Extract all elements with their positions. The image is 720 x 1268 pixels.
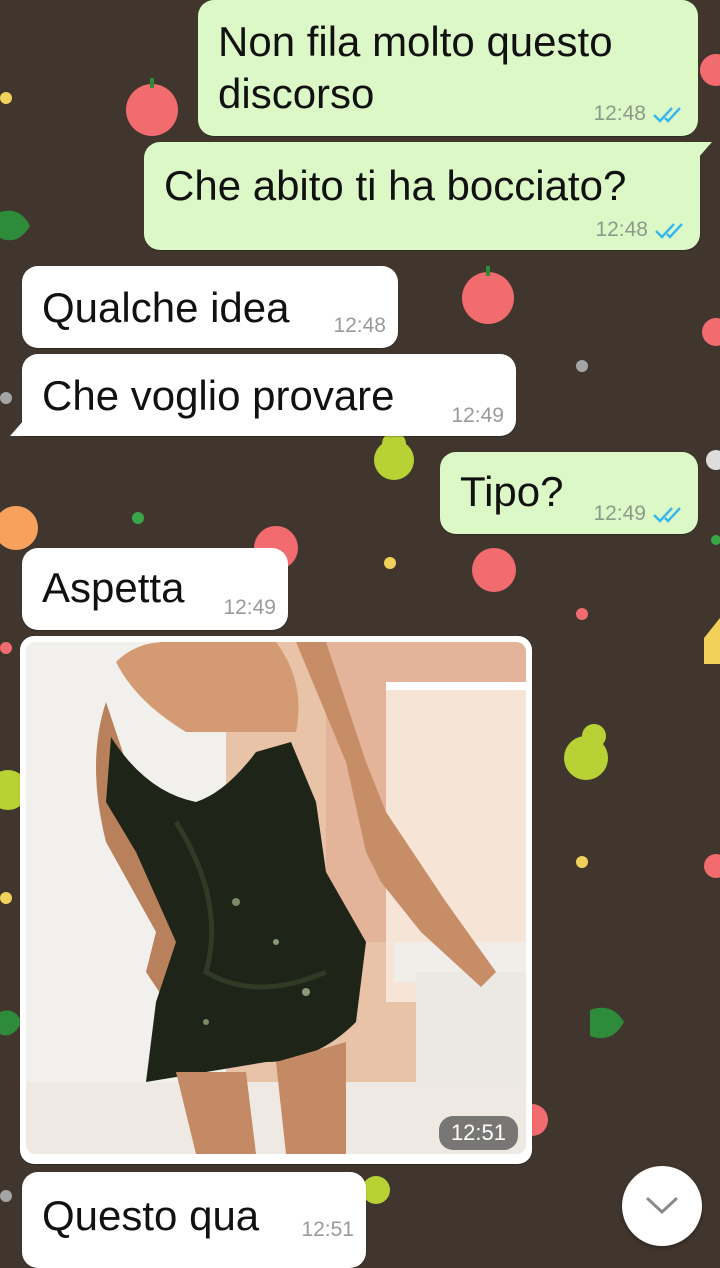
message-bubble-incoming[interactable]: Qualche idea 12:48 (22, 266, 398, 348)
message-time: 12:48 (333, 314, 386, 337)
message-bubble-image[interactable]: 12:51 (20, 636, 532, 1164)
chevron-down-icon (646, 1197, 678, 1215)
bubble-tail (10, 420, 24, 436)
message-text: Aspetta (42, 564, 185, 611)
message-text: Qualche idea (42, 284, 290, 331)
message-text: Che abito ti ha bocciato? (164, 162, 627, 209)
message-time: 12:49 (451, 404, 504, 427)
message-time: 12:49 (593, 502, 646, 525)
message-meta: 12:48 (333, 314, 386, 338)
message-bubble-outgoing[interactable]: Che abito ti ha bocciato? 12:48 (144, 142, 712, 250)
message-text: Tipo? (460, 468, 564, 515)
message-text: Non fila molto questo discorso (218, 18, 613, 117)
message-time: 12:48 (593, 102, 646, 125)
double-check-icon (655, 223, 683, 239)
message-meta: 12:49 (593, 502, 686, 526)
house-decoration-icon (704, 618, 720, 664)
bubble-tail (698, 142, 712, 158)
message-time: 12:49 (223, 596, 276, 619)
message-meta: 12:49 (451, 404, 504, 428)
message-meta: 12:49 (223, 596, 276, 620)
double-check-icon (653, 107, 681, 123)
message-bubble-incoming[interactable]: Che voglio provare 12:49 (10, 354, 516, 436)
message-time: 12:51 (301, 1218, 354, 1241)
double-check-icon (653, 507, 681, 523)
message-time: 12:48 (595, 218, 648, 241)
message-text: Che voglio provare (42, 372, 395, 419)
orange-decoration-icon (0, 506, 38, 550)
message-text: Questo qua (42, 1192, 260, 1239)
message-bubble-outgoing[interactable]: Tipo? 12:49 (440, 452, 698, 534)
message-meta: 12:48 (595, 218, 688, 242)
message-meta: 12:48 (593, 102, 686, 126)
message-bubble-incoming[interactable]: Aspetta 12:49 (22, 548, 288, 630)
photo-woman-black-sequin-dress-icon[interactable] (26, 642, 526, 1154)
scroll-to-bottom-button[interactable] (622, 1166, 702, 1246)
message-meta: 12:51 (301, 1218, 354, 1242)
message-time: 12:51 (438, 1116, 518, 1150)
message-bubble-outgoing[interactable]: Non fila molto questo discorso 12:48 (198, 0, 698, 136)
